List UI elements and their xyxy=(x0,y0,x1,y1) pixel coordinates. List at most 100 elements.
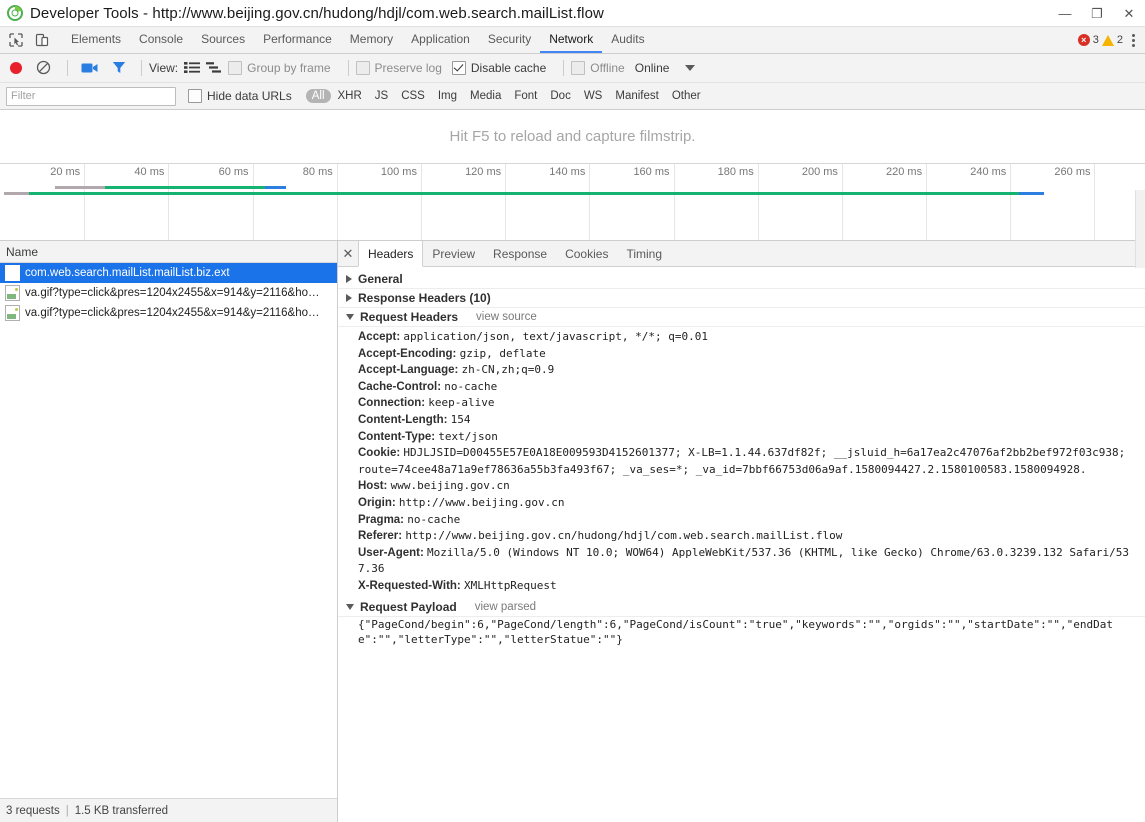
tab-security[interactable]: Security xyxy=(479,27,540,53)
filter-type-font[interactable]: Font xyxy=(508,89,543,103)
chevron-right-icon xyxy=(346,275,352,283)
filter-type-other[interactable]: Other xyxy=(666,89,707,103)
timeline-ruler: 20 ms 40 ms 60 ms 80 ms 100 ms 120 ms 140 ms 16… xyxy=(0,164,1145,240)
filter-type-all[interactable]: All xyxy=(305,89,331,103)
devtools-tool-icons xyxy=(0,27,56,53)
warning-count-label: 2 xyxy=(1116,34,1123,46)
disable-cache-box xyxy=(451,61,466,75)
request-list-header[interactable]: Name xyxy=(0,241,337,263)
section-response-headers[interactable]: Response Headers (10) xyxy=(338,289,1145,308)
request-name: va.gif?type=click&pres=1204x2455&x=914&y… xyxy=(25,287,320,299)
header-name: Content-Type: xyxy=(358,430,439,443)
network-overview[interactable]: 20 ms 40 ms 60 ms 80 ms 100 ms 120 ms 140 ms 16… xyxy=(0,163,1145,241)
toolbar-divider-2 xyxy=(141,60,142,76)
offline-box xyxy=(571,61,586,75)
toolbar-divider-4 xyxy=(563,60,565,76)
warning-count-badge[interactable]: 2 xyxy=(1101,34,1123,46)
capture-screenshots-icon[interactable] xyxy=(81,61,98,75)
filter-type-xhr[interactable]: XHR xyxy=(332,89,368,103)
detail-tab-headers[interactable]: Headers xyxy=(358,241,424,267)
header-row: Content-Length: 154 xyxy=(338,412,1145,429)
header-value: application/json, text/javascript, */*; … xyxy=(403,330,709,343)
waterfall-segment-download xyxy=(29,192,1019,195)
tab-sources[interactable]: Sources xyxy=(192,27,254,53)
group-by-frame-checkbox[interactable]: Group by frame xyxy=(228,61,331,75)
throttling-value-label[interactable]: Online xyxy=(635,61,670,75)
view-parsed-link[interactable]: view parsed xyxy=(475,601,536,613)
filter-type-css[interactable]: CSS xyxy=(395,89,431,103)
detail-tab-cookies[interactable]: Cookies xyxy=(556,241,617,266)
kebab-menu-icon[interactable] xyxy=(1126,33,1141,47)
error-icon: × xyxy=(1077,34,1090,46)
tab-elements[interactable]: Elements xyxy=(62,27,130,53)
hide-data-urls-box xyxy=(188,89,202,103)
error-count-badge[interactable]: × 3 xyxy=(1077,34,1099,46)
minimize-button[interactable]: — xyxy=(1049,0,1081,26)
tab-application[interactable]: Application xyxy=(402,27,479,53)
request-row[interactable]: va.gif?type=click&pres=1204x2455&x=914&y… xyxy=(0,283,337,303)
preserve-log-checkbox[interactable]: Preserve log xyxy=(355,61,442,75)
tab-performance[interactable]: Performance xyxy=(254,27,341,53)
transferred-size-label: 1.5 KB transferred xyxy=(74,804,169,817)
close-icon[interactable]: ✕ xyxy=(338,241,358,266)
record-button-icon[interactable] xyxy=(10,62,22,74)
maximize-button[interactable]: ❐ xyxy=(1081,0,1113,26)
timeline-tick-label: 40 ms xyxy=(134,166,165,178)
tab-console[interactable]: Console xyxy=(130,27,192,53)
section-request-payload[interactable]: Request Payload view parsed xyxy=(338,598,1145,617)
header-value: www.beijing.gov.cn xyxy=(390,479,510,493)
inspect-element-icon[interactable] xyxy=(6,30,26,50)
detail-tab-preview[interactable]: Preview xyxy=(423,241,484,266)
list-view-icon[interactable] xyxy=(184,61,201,75)
timeline-tick-label: 180 ms xyxy=(717,166,754,178)
request-row[interactable]: va.gif?type=click&pres=1204x2455&x=914&y… xyxy=(0,303,337,323)
timeline-tick-label: 140 ms xyxy=(549,166,586,178)
filter-icon[interactable] xyxy=(112,61,126,75)
overview-scrollbar[interactable] xyxy=(1135,190,1145,268)
resource-type-filters: All XHR JS CSS Img Media Font Doc WS Man… xyxy=(305,89,707,103)
filter-type-doc[interactable]: Doc xyxy=(544,89,576,103)
waterfall-segment-wait xyxy=(4,192,30,195)
filter-input[interactable] xyxy=(6,86,176,106)
preserve-log-label: Preserve log xyxy=(374,61,442,75)
header-name: Host: xyxy=(358,480,391,493)
disable-cache-checkbox[interactable]: Disable cache xyxy=(451,61,546,75)
header-name: Cache-Control: xyxy=(358,380,445,393)
request-row[interactable]: com.web.search.mailList.mailList.biz.ext xyxy=(0,263,337,283)
section-request-headers-title: Request Headers xyxy=(360,310,459,324)
tab-memory[interactable]: Memory xyxy=(341,27,402,53)
waterfall-view-icon[interactable] xyxy=(206,61,222,75)
header-value: 154 xyxy=(450,412,471,426)
request-status-bar: 3 requests | 1.5 KB transferred xyxy=(0,798,337,822)
header-value: gzip, deflate xyxy=(459,346,546,360)
filter-type-img[interactable]: Img xyxy=(432,89,463,103)
toolbar-divider-3 xyxy=(347,60,349,76)
close-button[interactable]: ✕ xyxy=(1113,0,1145,26)
section-request-headers[interactable]: Request Headers view source xyxy=(338,308,1145,327)
tab-audits[interactable]: Audits xyxy=(602,27,653,53)
title-bar: Developer Tools - http://www.beijing.gov… xyxy=(0,0,1145,27)
header-name: Content-Length: xyxy=(358,413,451,426)
view-source-link[interactable]: view source xyxy=(476,311,537,323)
overview-bar-1 xyxy=(0,186,1145,189)
filter-type-media[interactable]: Media xyxy=(464,89,507,103)
toggle-device-toolbar-icon[interactable] xyxy=(32,30,52,50)
timeline-tick-label: 240 ms xyxy=(970,166,1007,178)
filter-type-ws[interactable]: WS xyxy=(578,89,609,103)
hide-data-urls-checkbox[interactable]: Hide data URLs xyxy=(188,89,292,103)
detail-tab-response[interactable]: Response xyxy=(484,241,556,266)
waterfall-segment-download xyxy=(105,186,266,189)
header-value: no-cache xyxy=(407,512,461,526)
section-general[interactable]: General xyxy=(338,270,1145,289)
filter-type-js[interactable]: JS xyxy=(369,89,394,103)
clear-icon[interactable] xyxy=(36,60,52,76)
offline-checkbox[interactable]: Offline xyxy=(571,61,625,75)
tab-network[interactable]: Network xyxy=(540,27,603,53)
detail-tab-timing[interactable]: Timing xyxy=(617,241,671,266)
filter-type-manifest[interactable]: Manifest xyxy=(609,89,664,103)
chevron-down-icon[interactable] xyxy=(685,65,696,71)
header-row: X-Requested-With: XMLHttpRequest xyxy=(338,578,1145,595)
detail-tab-bar: ✕ Headers Preview Response Cookies Timin… xyxy=(338,241,1145,267)
header-row: Accept: application/json, text/javascrip… xyxy=(338,329,1145,346)
header-name: Referer: xyxy=(358,530,406,543)
